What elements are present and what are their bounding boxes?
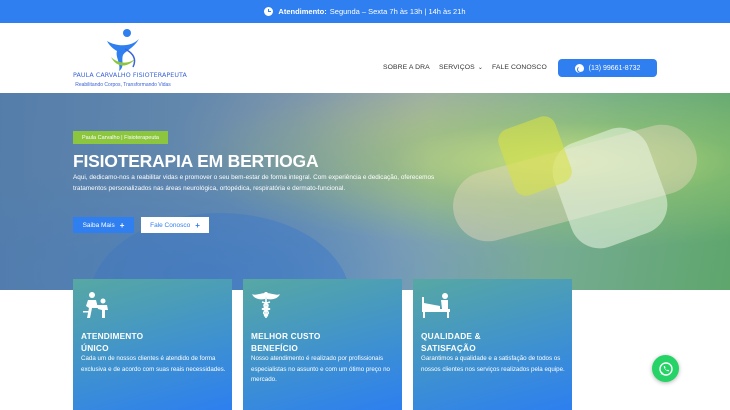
hero-title: FISIOTERAPIA EM BERTIOGA — [73, 151, 319, 171]
whatsapp-button[interactable] — [652, 355, 679, 382]
card-title: ATENDIMENTO ÚNICO — [81, 330, 221, 354]
card-title-line-1: ATENDIMENTO — [81, 331, 144, 341]
fale-conosco-label: Fale Conosco — [150, 221, 191, 229]
plus-icon: + — [195, 220, 200, 230]
saiba-mais-label: Saiba Mais — [82, 221, 115, 229]
nav-item-contato[interactable]: FALE CONOSCO — [492, 64, 547, 71]
site-header: PAULA CARVALHO FISIOTERAPEUTA Reabilitan… — [0, 23, 730, 93]
chevron-down-icon: ⌄ — [477, 65, 483, 71]
card-text: Nosso atendimento é realizado por profis… — [251, 355, 390, 383]
plus-icon: + — [119, 220, 125, 230]
nav-item-servicos[interactable]: SERVIÇOS ⌄ — [439, 64, 483, 71]
card-title-line-2: BENEFÍCIO — [251, 343, 298, 353]
card-title-line-1: MELHOR CUSTO — [251, 331, 321, 341]
feature-card-custo-beneficio: MELHOR CUSTO BENEFÍCIO Nosso atendimento… — [243, 279, 402, 410]
logo-figure-icon — [107, 29, 139, 71]
logo-name: PAULA CARVALHO FISIOTERAPEUTA — [73, 72, 187, 79]
phone-icon — [574, 63, 584, 73]
card-title: MELHOR CUSTO BENEFÍCIO — [251, 330, 391, 354]
site-logo[interactable]: PAULA CARVALHO FISIOTERAPEUTA Reabilitan… — [73, 27, 187, 91]
phone-button[interactable]: (13) 99661-8732 — [558, 59, 657, 77]
card-text: Garantimos a qualidade e a satisfação de… — [421, 355, 565, 373]
feature-card-qualidade: QUALIDADE & SATISFAÇÃO Garantimos a qual… — [413, 279, 572, 410]
fale-conosco-button[interactable]: Fale Conosco + — [141, 217, 209, 233]
schedule-label: Atendimento: — [278, 7, 327, 16]
physiotherapy-icon — [83, 292, 108, 318]
whatsapp-icon — [658, 361, 673, 376]
patient-bed-icon — [422, 293, 450, 318]
feature-card-atendimento: ATENDIMENTO ÚNICO Cada um de nossos clie… — [73, 279, 232, 410]
hero-description: Aqui, dedicamo-nos a reabilitar vidas e … — [73, 174, 435, 192]
hero-badge: Paula Carvalho | Fisioterapeuta — [73, 131, 168, 144]
schedule-hours: Segunda – Sexta 7h às 13h | 14h às 21h — [329, 7, 466, 16]
card-title-line-1: QUALIDADE & — [421, 331, 481, 341]
phone-number: (13) 99661-8732 — [588, 64, 641, 72]
clock-icon — [264, 7, 274, 16]
card-title: QUALIDADE & SATISFAÇÃO — [421, 330, 561, 354]
nav-item-sobre[interactable]: SOBRE A DRA — [383, 64, 430, 71]
caduceus-icon — [252, 292, 280, 318]
saiba-mais-button[interactable]: Saiba Mais + — [73, 217, 134, 233]
card-title-line-2: ÚNICO — [81, 343, 109, 353]
card-text: Cada um de nossos clientes é atendido de… — [81, 355, 226, 373]
top-info-bar: Atendimento: Segunda – Sexta 7h às 13h |… — [0, 0, 730, 23]
nav-item-servicos-label: SERVIÇOS — [439, 64, 475, 71]
card-title-line-2: SATISFAÇÃO — [421, 343, 476, 353]
logo-tagline: Reabilitando Corpos, Transformando Vidas — [75, 82, 171, 88]
